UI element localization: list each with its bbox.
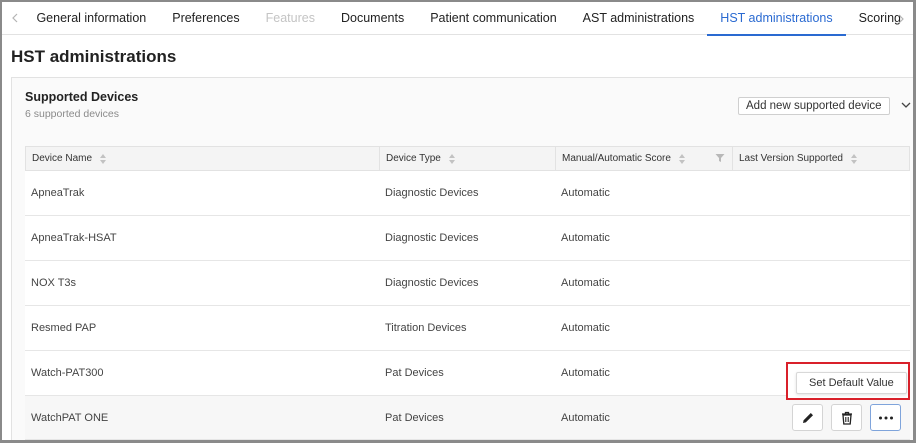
tab-preferences[interactable]: Preferences: [159, 2, 252, 35]
sort-icon[interactable]: [678, 153, 686, 165]
column-header-last-version[interactable]: Last Version Supported: [733, 147, 909, 170]
device-type-cell: Pat Devices: [385, 367, 444, 379]
tab-hst-administrations[interactable]: HST administrations: [707, 2, 846, 36]
app-frame: General information Preferences Features…: [0, 0, 916, 443]
device-name-cell: Watch-PAT300: [31, 367, 104, 379]
tab-scroll-left[interactable]: [2, 2, 27, 35]
panel-subtitle: 6 supported devices: [25, 108, 119, 120]
chevron-left-icon: [11, 13, 18, 23]
device-name-cell: ApneaTrak: [31, 187, 85, 199]
more-horizontal-icon: [878, 416, 893, 419]
column-header-label: Manual/Automatic Score: [562, 153, 671, 164]
add-supported-device-button[interactable]: Add new supported device: [738, 97, 890, 115]
device-name-cell: WatchPAT ONE: [31, 411, 109, 424]
more-actions-button[interactable]: [870, 404, 901, 431]
column-header-label: Last Version Supported: [739, 153, 843, 164]
sort-icon[interactable]: [448, 153, 456, 165]
table-row[interactable]: ApneaTrak Diagnostic Devices Automatic: [25, 171, 910, 216]
column-header-device-name[interactable]: Device Name: [26, 147, 380, 170]
trash-icon: [841, 411, 852, 425]
chevron-right-icon: [898, 14, 904, 23]
device-type-cell: Titration Devices: [385, 322, 467, 334]
column-header-label: Device Name: [32, 153, 93, 164]
panel-title: Supported Devices: [25, 90, 139, 104]
device-name-cell: ApneaTrak-HSAT: [31, 232, 117, 244]
panel-header[interactable]: Supported Devices 6 supported devices Ad…: [12, 78, 913, 136]
column-header-score[interactable]: Manual/Automatic Score: [556, 147, 733, 170]
device-name-cell: Resmed PAP: [31, 322, 97, 334]
tab-patient-communication[interactable]: Patient communication: [417, 2, 569, 35]
tab-documents[interactable]: Documents: [328, 2, 417, 35]
devices-table: Device Name Device Type Manual/Automatic…: [25, 146, 910, 440]
table-row[interactable]: ApneaTrak-HSAT Diagnostic Devices Automa…: [25, 216, 910, 261]
delete-button[interactable]: [831, 404, 862, 431]
sort-icon[interactable]: [850, 153, 858, 165]
edit-button[interactable]: [792, 404, 823, 431]
chevron-down-icon[interactable]: [899, 98, 913, 112]
device-type-cell: Pat Devices: [385, 411, 444, 424]
table-row[interactable]: Watch-PAT300 Pat Devices Automatic: [25, 351, 910, 396]
device-type-cell: Diagnostic Devices: [385, 277, 479, 289]
column-header-device-type[interactable]: Device Type: [380, 147, 556, 170]
set-default-value-tooltip: Set Default Value: [796, 372, 907, 394]
pencil-icon: [802, 412, 813, 423]
device-name-cell: NOX T3s: [31, 277, 77, 289]
score-cell: Automatic: [561, 322, 610, 334]
tab-scroll-right[interactable]: [888, 2, 913, 35]
score-cell: Automatic: [561, 232, 610, 244]
score-cell: Automatic: [561, 277, 610, 289]
tab-general-information[interactable]: General information: [27, 2, 159, 35]
device-type-cell: Diagnostic Devices: [385, 187, 479, 199]
sort-icon[interactable]: [99, 153, 107, 165]
table-row[interactable]: NOX T3s Diagnostic Devices Automatic: [25, 261, 910, 306]
tab-ast-administrations[interactable]: AST administrations: [570, 2, 708, 35]
highlight-annotation: Set Default Value: [786, 362, 910, 400]
tab-bar: General information Preferences Features…: [2, 2, 913, 36]
table-row-hovered[interactable]: WatchPAT ONE Pat Devices Automatic: [25, 396, 910, 440]
column-header-label: Device Type: [386, 153, 441, 164]
device-type-cell: Diagnostic Devices: [385, 232, 479, 244]
score-cell: Automatic: [561, 367, 610, 379]
table-header: Device Name Device Type Manual/Automatic…: [25, 146, 910, 171]
score-cell: Automatic: [561, 187, 610, 199]
page-title: HST administrations: [11, 47, 177, 66]
score-cell: Automatic: [561, 411, 610, 424]
filter-icon[interactable]: [715, 153, 725, 163]
table-row[interactable]: Resmed PAP Titration Devices Automatic: [25, 306, 910, 351]
tab-features: Features: [265, 11, 315, 25]
